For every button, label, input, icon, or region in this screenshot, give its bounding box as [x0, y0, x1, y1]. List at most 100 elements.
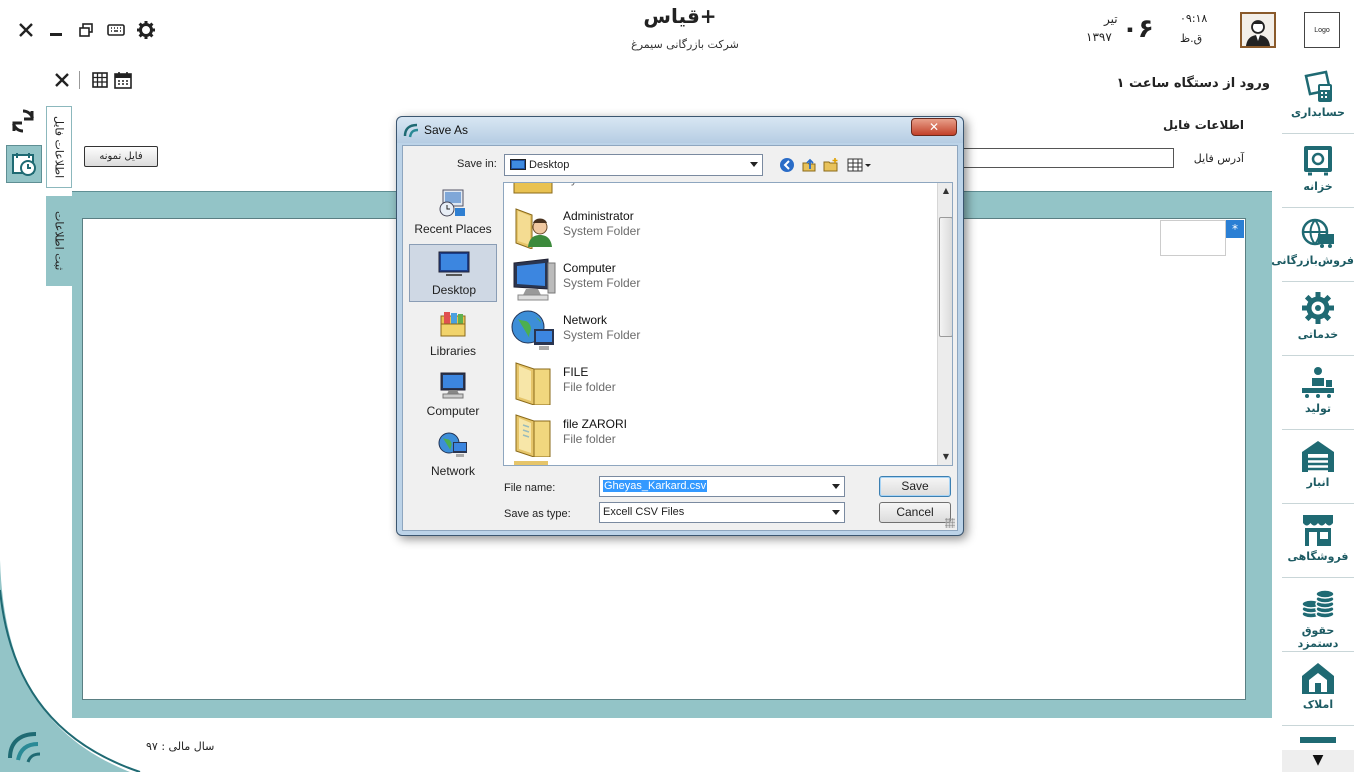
- network-icon: [438, 432, 467, 457]
- sidebar-item-warehouse[interactable]: انبار: [1282, 430, 1354, 504]
- dialog-close-icon[interactable]: ✕: [911, 118, 957, 136]
- tab-file-info[interactable]: اطلاعات فایل: [46, 106, 72, 188]
- file-address-input[interactable]: [952, 148, 1174, 168]
- network-icon: [511, 310, 554, 350]
- save-in-value: Desktop: [529, 159, 570, 171]
- sidebar-item-treasury[interactable]: خزانه: [1282, 134, 1354, 208]
- sidebar-item-label: فروش‌بازرگانی: [1271, 254, 1354, 267]
- place-network[interactable]: Network: [409, 426, 497, 484]
- file-type: System Folder: [563, 224, 641, 238]
- date-time: ۱۳۹۷ تیر ۰۶ ۰۹:۱۸ ق.ظ: [1086, 10, 1226, 50]
- dialog-titlebar[interactable]: Save As ✕: [397, 117, 963, 143]
- place-libraries[interactable]: Libraries: [409, 306, 497, 364]
- section-title: اطلاعات فایل: [1162, 118, 1244, 132]
- place-computer[interactable]: Computer: [409, 366, 497, 424]
- chevron-down-icon[interactable]: [832, 484, 840, 489]
- folder-icon: [515, 414, 551, 457]
- file-type: System Folder: [563, 328, 641, 342]
- file-item-file[interactable]: FILE File folder: [508, 357, 928, 409]
- save-in-label: Save in:: [457, 158, 497, 170]
- grid-new-row-marker: *: [1226, 220, 1244, 238]
- top-bar: قیاس+ شرکت بازرگانی سیمرغ ۱۳۹۷ تیر ۰۶ ۰۹…: [0, 0, 1360, 62]
- property-icon: [1302, 663, 1334, 694]
- calendar-icon[interactable]: [113, 70, 133, 90]
- folder-icon: [515, 362, 551, 405]
- sidebar-item-label: انبار: [1306, 476, 1330, 489]
- clock-time: ۰۹:۱۸: [1180, 12, 1208, 25]
- file-list[interactable]: System Folder Administrator System Folde…: [503, 182, 953, 466]
- place-label: Computer: [426, 404, 480, 418]
- file-name: file ZARORI: [563, 417, 628, 431]
- sidebar-item-label: خزانه: [1303, 180, 1333, 193]
- file-type: System Folder: [563, 183, 640, 186]
- file-type: System Folder: [563, 276, 641, 290]
- sidebar-scroll-down-icon[interactable]: ▼: [1282, 750, 1354, 772]
- chevron-down-icon: [750, 162, 758, 167]
- desktop-icon: [438, 251, 470, 276]
- user-folder-icon: [515, 208, 552, 249]
- place-label: Libraries: [429, 344, 477, 358]
- file-type: File folder: [563, 432, 616, 446]
- refresh-icon[interactable]: [10, 108, 36, 134]
- place-label: Desktop: [431, 283, 477, 297]
- file-item-computer[interactable]: Computer System Folder: [508, 253, 928, 305]
- file-item-system-folder[interactable]: System Folder: [508, 183, 928, 201]
- production-icon: [1302, 367, 1334, 398]
- tab-register-info[interactable]: ثبت اطلاعات: [46, 196, 72, 286]
- sidebar-partial-item: [1300, 737, 1336, 743]
- file-list-scrollbar[interactable]: ▲ ▼: [937, 183, 952, 465]
- view-menu-icon[interactable]: [846, 156, 872, 174]
- place-label: Recent Places: [414, 222, 492, 236]
- attendance-clock-icon[interactable]: [6, 145, 42, 183]
- resize-grip[interactable]: [945, 518, 955, 528]
- save-as-type-select[interactable]: Excell CSV Files: [599, 502, 845, 523]
- sidebar-item-property[interactable]: املاک: [1282, 652, 1354, 726]
- tab-register-info-label: ثبت اطلاعات: [52, 211, 66, 271]
- chevron-down-icon: [832, 510, 840, 515]
- recent-places-icon: [439, 189, 465, 217]
- sidebar-item-label: خدماتی: [1297, 328, 1339, 341]
- file-name: Computer: [563, 261, 616, 275]
- new-folder-icon[interactable]: [822, 156, 840, 174]
- sidebar-item-store[interactable]: فروشگاهی: [1282, 504, 1354, 578]
- file-item-administrator[interactable]: Administrator System Folder: [508, 201, 928, 253]
- fiscal-year: سال مالی : ۹۷: [146, 740, 215, 753]
- place-desktop[interactable]: Desktop: [409, 244, 497, 302]
- file-item-file-zarori[interactable]: file ZARORI File folder: [508, 409, 928, 461]
- up-folder-icon[interactable]: [800, 156, 818, 174]
- save-in-select[interactable]: Desktop: [504, 154, 763, 176]
- calculator-icon[interactable]: [90, 70, 110, 90]
- dialog-body: Save in: Desktop Recent Places Desktop L…: [402, 145, 958, 531]
- sidebar-item-accounting[interactable]: حسابداری: [1282, 60, 1354, 134]
- cancel-button[interactable]: Cancel: [879, 502, 951, 523]
- place-label: Network: [430, 464, 475, 478]
- sample-file-button[interactable]: فایل نمونه: [84, 146, 158, 167]
- sidebar-item-label: تولید: [1304, 402, 1331, 415]
- company-logo: Logo: [1304, 12, 1340, 48]
- scroll-down-icon[interactable]: ▼: [938, 449, 952, 465]
- grid-new-row-cell[interactable]: [1160, 220, 1226, 256]
- place-recent-places[interactable]: Recent Places: [409, 184, 497, 242]
- save-as-type-label: Save as type:: [504, 508, 571, 520]
- scroll-up-icon[interactable]: ▲: [938, 183, 952, 199]
- computer-icon: [513, 258, 556, 301]
- avatar[interactable]: [1240, 12, 1276, 48]
- desktop-small-icon: [510, 159, 526, 170]
- back-icon[interactable]: [778, 156, 796, 174]
- libraries-icon: [440, 312, 466, 337]
- sidebar-item-label: فروشگاهی: [1287, 550, 1349, 563]
- file-item-network[interactable]: Network System Folder: [508, 305, 928, 357]
- library-folder-icon: [513, 183, 553, 194]
- sidebar-item-services[interactable]: خدماتی: [1282, 282, 1354, 356]
- sidebar-item-payroll[interactable]: حقوق دستمزد: [1282, 578, 1354, 652]
- tab-file-info-label: اطلاعات فایل: [52, 115, 66, 179]
- save-button[interactable]: Save: [879, 476, 951, 497]
- close-form-icon[interactable]: [52, 70, 72, 90]
- file-name-input[interactable]: Gheyas_Karkard.csv: [599, 476, 845, 497]
- sidebar-item-production[interactable]: تولید: [1282, 356, 1354, 430]
- file-item-partial: [514, 461, 548, 465]
- scrollbar-thumb[interactable]: [939, 217, 952, 337]
- sidebar-item-commerce[interactable]: فروش‌بازرگانی: [1271, 208, 1354, 282]
- accounting-icon: [1304, 70, 1332, 102]
- form-title: ورود از دستگاه ساعت ۱: [1116, 76, 1270, 91]
